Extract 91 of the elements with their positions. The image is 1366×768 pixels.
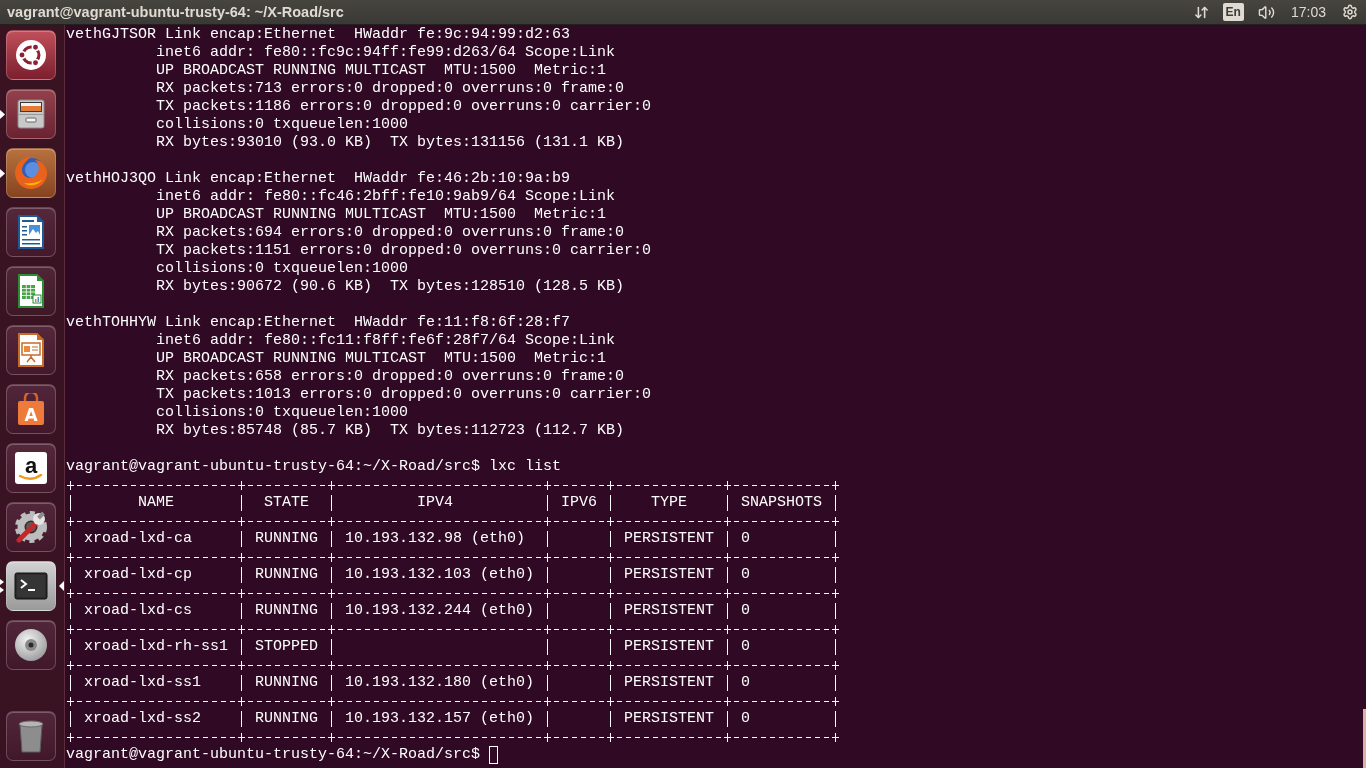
letter-logo-icon: a <box>15 452 47 484</box>
shell-command: lxc list <box>489 458 562 476</box>
launcher-button[interactable] <box>6 711 56 761</box>
table-cell: xroad-lxd-ss1 <box>84 674 202 692</box>
terminal-icon <box>14 572 48 600</box>
terminal-line: TX packets:1013 errors:0 dropped:0 overruns:0 carrier:0 <box>156 386 652 404</box>
fox-globe-icon <box>15 157 47 189</box>
column-header: SNAPSHOTS <box>741 494 823 512</box>
table-cell: STOPPED <box>255 638 319 656</box>
interface-name: vethGJTSOR <box>66 26 156 44</box>
launcher-button[interactable] <box>6 502 56 552</box>
disc-icon <box>15 629 47 661</box>
table-cell: PERSISTENT <box>624 530 715 548</box>
launcher-button[interactable] <box>6 325 56 375</box>
terminal-line: TX packets:1151 errors:0 dropped:0 overruns:0 carrier:0 <box>156 242 652 260</box>
gear-wrench-icon <box>15 511 47 543</box>
terminal-line: inet6 addr: fe80::fc46:2bff:fe10:9ab9/64 Scope:Link <box>156 188 616 206</box>
terminal-line: RX packets:658 errors:0 dropped:0 overruns:0 frame:0 <box>156 368 625 386</box>
table-cell: 0 <box>741 530 751 548</box>
table-cell: xroad-lxd-ca <box>84 530 193 548</box>
table-cell: 10.193.132.244 (eth0) <box>345 602 535 620</box>
interface-summary: Link encap:Ethernet HWaddr fe:11:f8:6f:28:f7 <box>165 314 571 332</box>
table-cell: 0 <box>741 566 751 584</box>
column-header: NAME <box>138 494 174 512</box>
interface-name: vethHOJ3QO <box>66 170 156 188</box>
table-cell: 10.193.132.98 (eth0) <box>345 530 526 548</box>
terminal-line: UP BROADCAST RUNNING MULTICAST MTU:1500 Metric:1 <box>156 206 607 224</box>
terminal-line: collisions:0 txqueuelen:1000 <box>156 116 409 134</box>
terminal-line: TX packets:1186 errors:0 dropped:0 overruns:0 carrier:0 <box>156 98 652 116</box>
launcher-button[interactable]: a <box>6 443 56 493</box>
speaker-icon[interactable] <box>1257 3 1275 21</box>
terminal-line: collisions:0 txqueuelen:1000 <box>156 404 409 422</box>
terminal-line: RX bytes:85748 (85.7 KB) TX bytes:112723 (112.7 KB) <box>156 422 625 440</box>
launcher-button[interactable] <box>6 30 56 80</box>
column-header: IPV4 <box>417 494 454 512</box>
column-header: TYPE <box>651 494 688 512</box>
window-title: vagrant@vagrant-ubuntu-trusty-64: ~/X-Road/src <box>7 4 344 20</box>
interface-summary: Link encap:Ethernet HWaddr fe:46:2b:10:9a:b9 <box>165 170 571 188</box>
table-cell: 10.193.132.103 (eth0) <box>345 566 535 584</box>
terminal-line: inet6 addr: fe80::fc9c:94ff:fe99:d263/64 Scope:Link <box>156 44 616 62</box>
table-cell: xroad-lxd-cp <box>84 566 193 584</box>
table-cell: RUNNING <box>255 710 319 728</box>
table-cell: PERSISTENT <box>624 674 715 692</box>
table-cell: xroad-lxd-rh-ss1 <box>84 638 229 656</box>
table-cell: RUNNING <box>255 530 319 548</box>
column-header: IPV6 <box>561 494 598 512</box>
column-header: STATE <box>264 494 310 512</box>
interface-summary: Link encap:Ethernet HWaddr fe:9c:94:99:d2:63 <box>165 26 571 44</box>
terminal-line: UP BROADCAST RUNNING MULTICAST MTU:1500 Metric:1 <box>156 350 607 368</box>
clock[interactable]: 17:03 <box>1290 4 1326 20</box>
terminal-line: RX bytes:90672 (90.6 KB) TX bytes:128510 (128.5 KB) <box>156 278 625 296</box>
table-cell: PERSISTENT <box>624 566 715 584</box>
table-cell: xroad-lxd-ss2 <box>84 710 202 728</box>
table-cell: PERSISTENT <box>624 602 715 620</box>
terminal-line: RX packets:713 errors:0 dropped:0 overruns:0 frame:0 <box>156 80 625 98</box>
shell-prompt: vagrant@vagrant-ubuntu-trusty-64:~/X-Road/src$ <box>66 458 481 476</box>
table-cell: PERSISTENT <box>624 710 715 728</box>
spreadsheet-icon <box>18 274 44 308</box>
transfer-arrows-icon[interactable] <box>1193 4 1209 20</box>
cursor-icon <box>489 746 499 764</box>
launcher-button[interactable] <box>6 561 56 611</box>
file-cabinet-icon <box>17 99 45 129</box>
terminal-line: inet6 addr: fe80::fc11:f8ff:fe6f:28f7/64 Scope:Link <box>156 332 616 350</box>
table-cell: 0 <box>741 710 751 728</box>
gear-icon[interactable] <box>1342 4 1358 20</box>
interface-name: vethTOHHYW <box>66 314 156 332</box>
shell-prompt: vagrant@vagrant-ubuntu-trusty-64:~/X-Road/src$ <box>66 746 481 764</box>
table-cell: 0 <box>741 674 751 692</box>
scrollbar-thumb[interactable] <box>1363 709 1366 768</box>
launcher-button[interactable] <box>6 89 56 139</box>
table-cell: 10.193.132.157 (eth0) <box>345 710 535 728</box>
table-cell: 0 <box>741 638 751 656</box>
terminal-line: UP BROADCAST RUNNING MULTICAST MTU:1500 Metric:1 <box>156 62 607 80</box>
trash-icon <box>18 719 44 753</box>
table-cell: RUNNING <box>255 674 319 692</box>
document-icon <box>18 215 44 249</box>
table-cell: 0 <box>741 602 751 620</box>
launcher-button[interactable] <box>6 207 56 257</box>
table-cell: xroad-lxd-cs <box>84 602 193 620</box>
presentation-icon <box>18 333 44 367</box>
launcher-button[interactable] <box>6 266 56 316</box>
terminal-line: RX packets:694 errors:0 dropped:0 overruns:0 frame:0 <box>156 224 625 242</box>
table-cell: PERSISTENT <box>624 638 715 656</box>
terminal-line: collisions:0 txqueuelen:1000 <box>156 260 409 278</box>
launcher-button[interactable] <box>6 620 56 670</box>
ring-logo-icon <box>16 40 46 70</box>
keyboard-layout-indicator[interactable]: En <box>1222 3 1244 21</box>
terminal-line: RX bytes:93010 (93.0 KB) TX bytes:131156 (131.1 KB) <box>156 134 625 152</box>
table-cell: RUNNING <box>255 602 319 620</box>
table-cell: 10.193.132.180 (eth0) <box>345 674 535 692</box>
table-cell: RUNNING <box>255 566 319 584</box>
